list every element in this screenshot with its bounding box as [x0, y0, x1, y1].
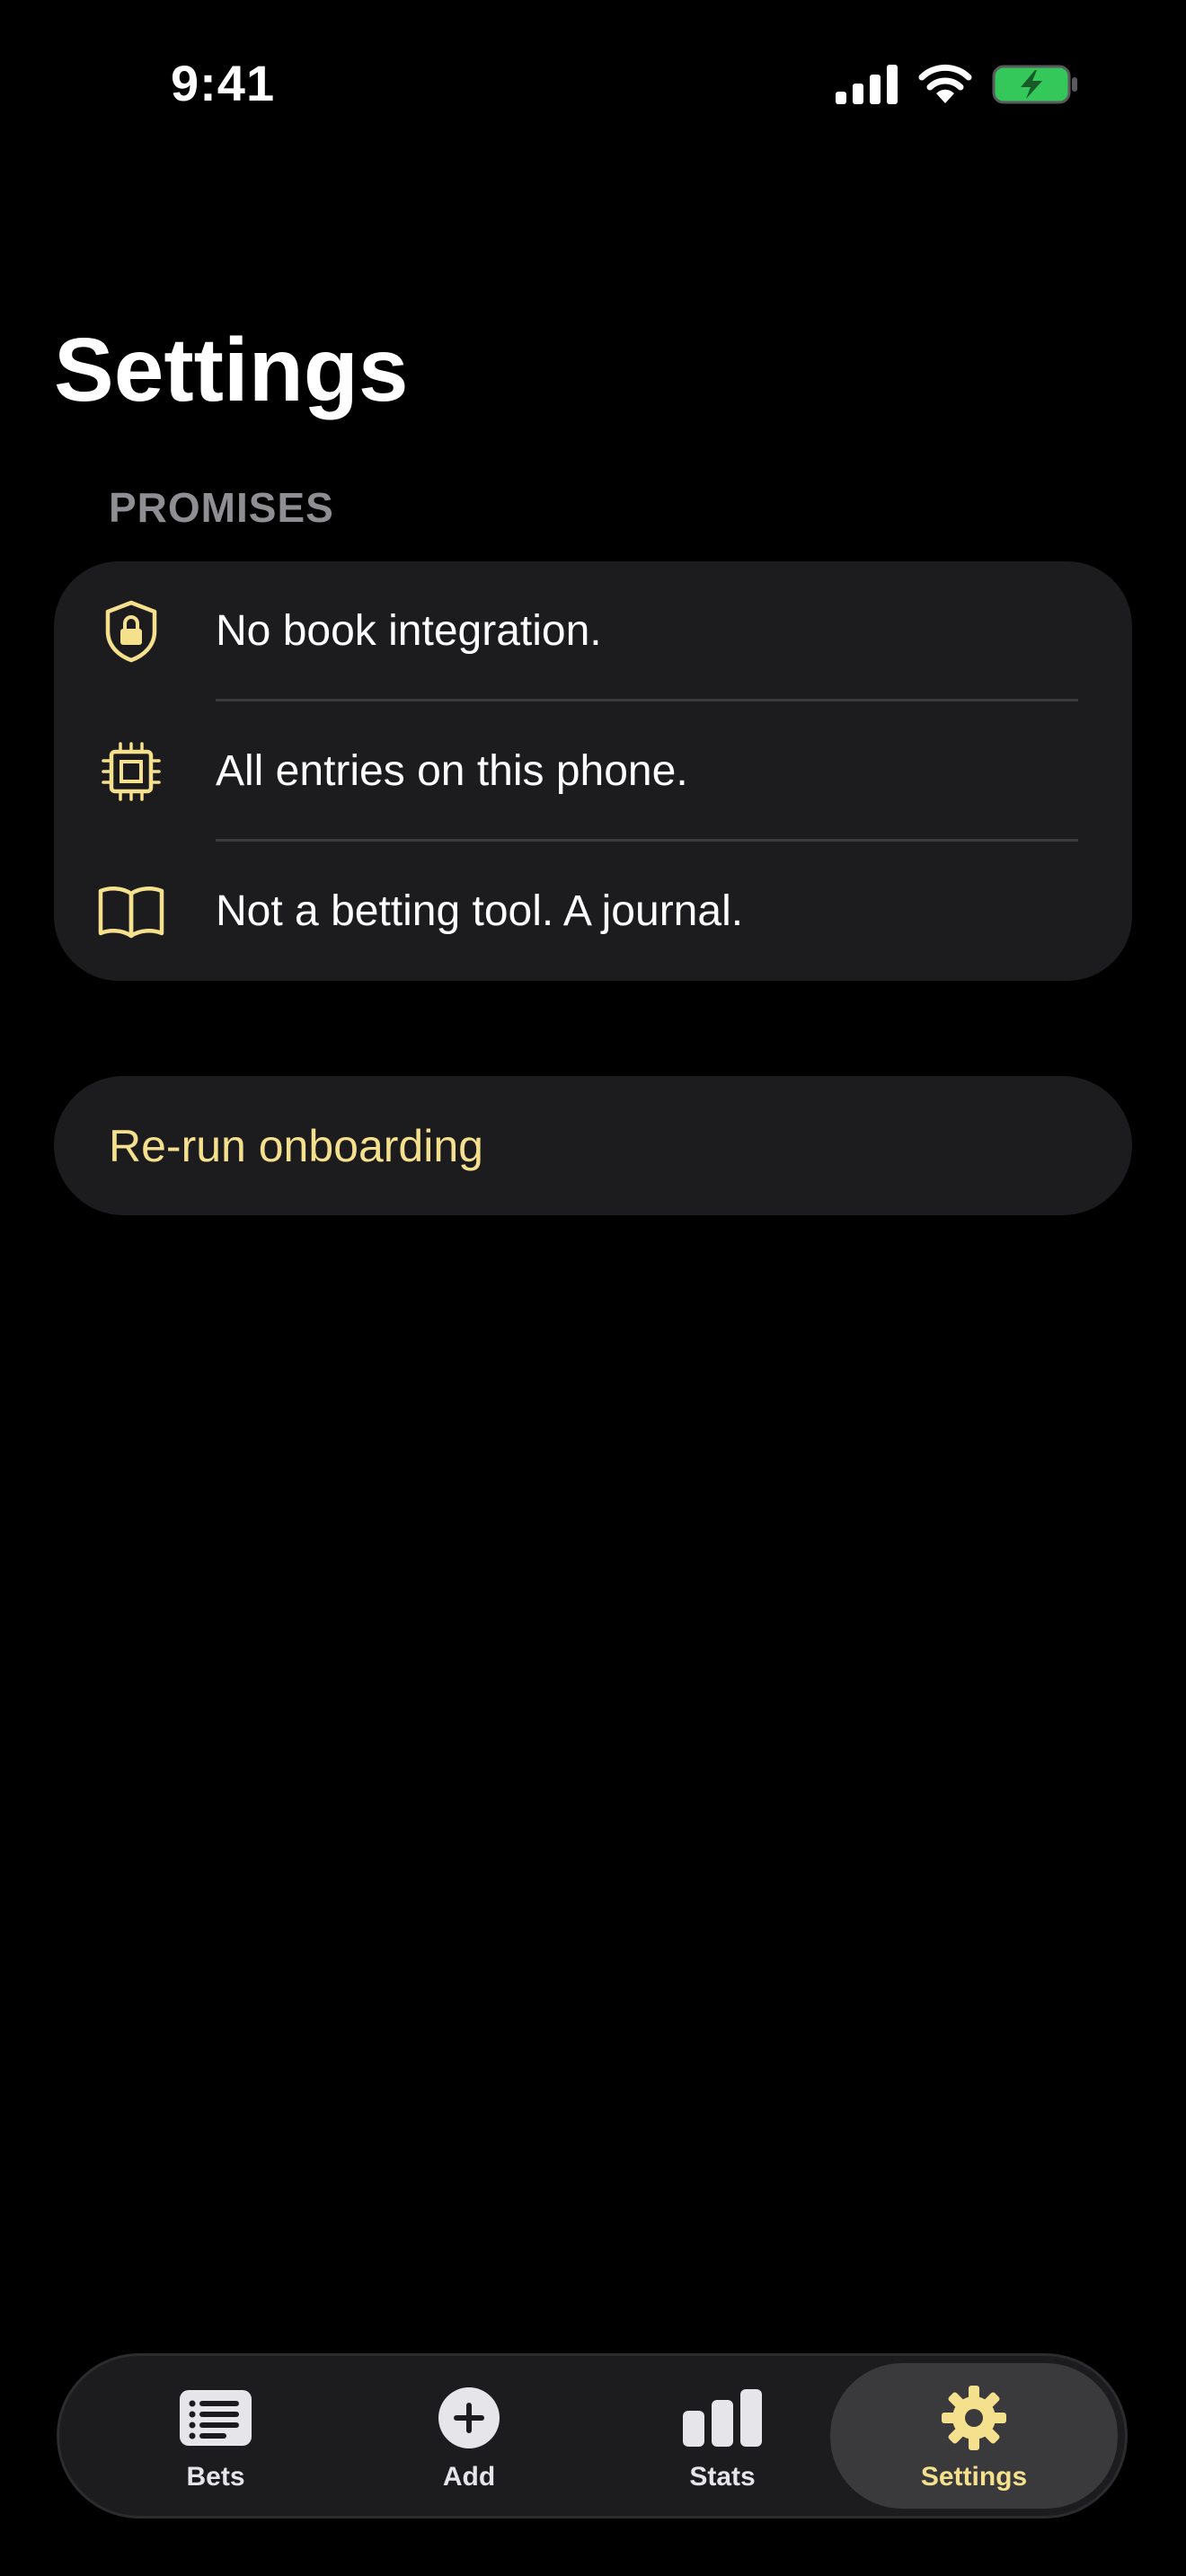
promise-row: All entries on this phone. — [54, 701, 1132, 841]
tab-settings[interactable]: Settings — [830, 2363, 1118, 2509]
section-header-promises: PROMISES — [109, 484, 334, 531]
tab-label: Stats — [689, 2462, 756, 2492]
tab-bets[interactable]: Bets — [72, 2363, 359, 2509]
chip-icon — [95, 736, 167, 807]
promise-row: No book integration. — [54, 561, 1132, 701]
rerun-onboarding-label: Re-run onboarding — [109, 1120, 483, 1171]
gear-icon — [934, 2386, 1014, 2450]
promise-label: Not a betting tool. A journal. — [216, 887, 744, 935]
tab-label: Settings — [920, 2462, 1028, 2492]
rerun-onboarding-button[interactable]: Re-run onboarding — [54, 1076, 1132, 1215]
promises-card: No book integration. All entries on this… — [54, 561, 1132, 981]
tab-add[interactable]: Add — [325, 2363, 613, 2509]
status-bar: 9:41 — [0, 0, 1186, 171]
promise-label: All entries on this phone. — [216, 747, 688, 795]
tab-label: Bets — [186, 2462, 245, 2492]
tab-bar: Bets Add Stats Settings — [57, 2353, 1128, 2519]
wifi-icon — [918, 64, 972, 110]
status-time: 9:41 — [171, 55, 276, 111]
tab-stats[interactable]: Stats — [579, 2363, 866, 2509]
tab-label: Add — [442, 2462, 496, 2492]
battery-charging-icon — [992, 63, 1078, 110]
status-icons — [836, 63, 1078, 110]
bar-chart-icon — [682, 2386, 763, 2449]
promise-label: No book integration. — [216, 607, 602, 655]
cellular-signal-icon — [836, 65, 898, 109]
book-icon — [95, 876, 167, 948]
list-icon — [175, 2386, 256, 2449]
promise-row: Not a betting tool. A journal. — [54, 842, 1132, 981]
page-title: Settings — [54, 320, 409, 420]
shield-lock-icon — [95, 595, 167, 667]
plus-circle-icon — [429, 2386, 509, 2449]
